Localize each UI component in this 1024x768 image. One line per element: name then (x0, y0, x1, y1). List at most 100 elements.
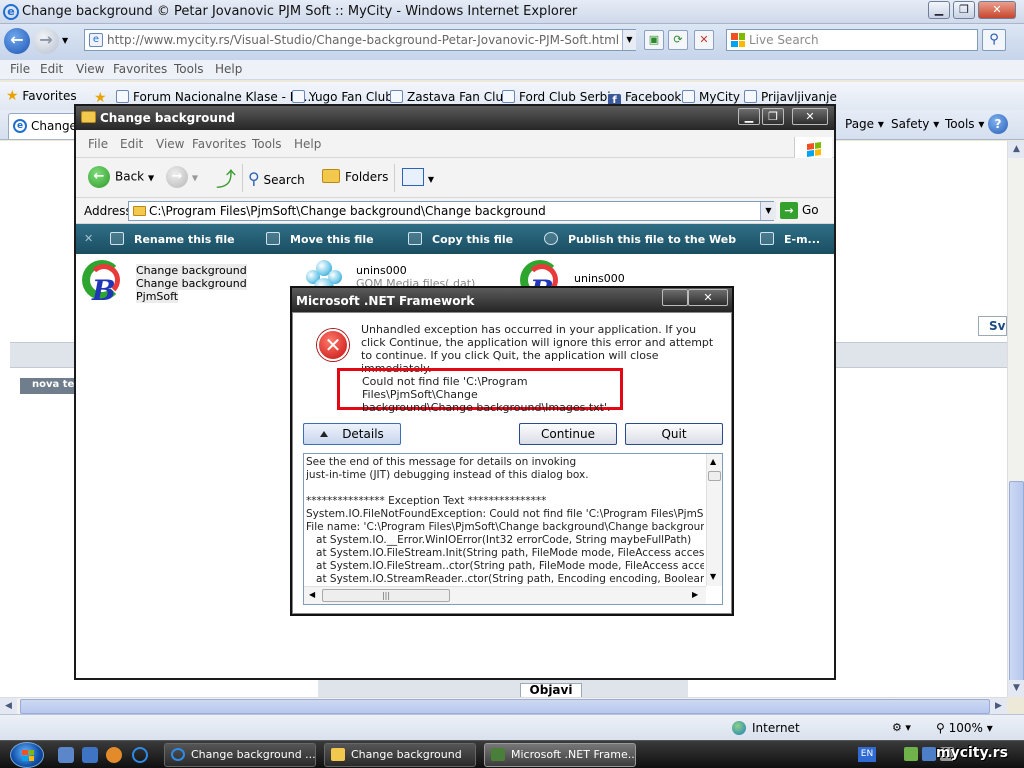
continue-button[interactable]: Continue (519, 423, 617, 445)
explorer-menu-help[interactable]: Help (294, 137, 321, 151)
explorer-search-button[interactable]: ⚲ Search (248, 169, 305, 188)
quit-button[interactable]: Quit (625, 423, 723, 445)
ie-search-box[interactable]: Live Search (726, 29, 978, 51)
explorer-close-button[interactable]: ✕ (792, 108, 828, 125)
tray-icon[interactable] (904, 747, 918, 761)
views-button[interactable]: ▼ (402, 168, 434, 186)
new-topic-button[interactable]: nova tem (20, 378, 78, 394)
safety-menu[interactable]: Safety ▾ (891, 117, 939, 131)
task-close-icon[interactable]: ✕ (84, 232, 93, 245)
task-move[interactable]: Move this file (266, 232, 374, 246)
explorer-back-button[interactable]: ← Back ▼ (88, 166, 154, 188)
help-icon[interactable]: ? (988, 114, 1008, 134)
details-horizontal-scrollbar[interactable]: ◀ ||| ▶ (304, 586, 706, 604)
explorer-address-bar: Address C:\Program Files\PjmSoft\Change … (76, 198, 834, 224)
folders-icon (322, 169, 340, 183)
refresh-icon[interactable]: ⟳ (668, 30, 688, 50)
scroll-down-icon[interactable]: ▼ (710, 572, 716, 581)
taskbar-ie-window[interactable]: Change background ... (164, 743, 316, 767)
start-button[interactable] (10, 742, 44, 768)
fav-link-zastava[interactable]: Zastava Fan Club (390, 90, 511, 104)
explorer-minimize-button[interactable]: ▁ (738, 108, 760, 125)
ie-menu-favorites[interactable]: Favorites (113, 62, 167, 76)
compatibility-icon[interactable]: ▣ (644, 30, 664, 50)
fav-link-mycity[interactable]: MyCity (682, 90, 740, 104)
scroll-down-icon[interactable]: ▼ (1008, 680, 1024, 697)
scroll-up-icon[interactable]: ▲ (1008, 141, 1024, 158)
ie-forward-button[interactable]: → (33, 28, 59, 54)
quicklaunch-app-icon[interactable] (82, 747, 98, 763)
fav-link-ford[interactable]: Ford Club Serbia (502, 90, 618, 104)
search-icon[interactable]: ⚲ (982, 29, 1006, 51)
explorer-menu-favorites[interactable]: Favorites (192, 137, 246, 151)
explorer-address-input[interactable]: C:\Program Files\PjmSoft\Change backgrou… (128, 201, 774, 221)
explorer-menu-edit[interactable]: Edit (120, 137, 143, 151)
task-publish[interactable]: Publish this file to the Web (544, 232, 736, 246)
dialog-close-button[interactable]: ✕ (688, 289, 728, 306)
ie-back-button[interactable]: ← (4, 28, 30, 54)
scroll-left-icon[interactable]: ◀ (309, 590, 315, 599)
ie-menu-file[interactable]: File (10, 62, 30, 76)
network-icon[interactable] (922, 747, 936, 761)
scroll-up-icon[interactable]: ▲ (710, 457, 716, 466)
explorer-menu-file[interactable]: File (88, 137, 108, 151)
fav-link-forum[interactable]: Forum Nacionalne Klase - Po... (116, 90, 315, 104)
taskbar-dotnet-window[interactable]: Microsoft .NET Frame... (484, 743, 636, 767)
scroll-right-icon[interactable]: ▶ (692, 590, 698, 599)
explorer-folders-button[interactable]: Folders (322, 169, 388, 184)
ie-close-button[interactable]: ✕ (978, 1, 1016, 19)
show-desktop-icon[interactable] (58, 747, 74, 763)
ie-vertical-scrollbar[interactable]: ▲ ▼ (1007, 141, 1024, 697)
explorer-maximize-button[interactable]: ❐ (762, 108, 784, 125)
ie-window-title: Change background © Petar Jovanovic PJM … (22, 4, 578, 19)
ie-maximize-button[interactable]: ❐ (953, 1, 975, 19)
fav-link-yugo[interactable]: Yugo Fan Club (292, 90, 393, 104)
explorer-toolbar: ← Back ▼ → ▼ ⤴ ⚲ Search Folders ▼ (76, 158, 834, 198)
ie-address-bar[interactable]: e http://www.mycity.rs/Visual-Studio/Cha… (84, 29, 636, 51)
ie-horizontal-scrollbar[interactable]: ◀ ▶ (0, 697, 1007, 715)
protected-mode-icon[interactable]: ⚙ ▾ (892, 721, 911, 734)
go-button[interactable]: → Go (780, 202, 819, 219)
language-indicator[interactable]: EN (858, 747, 876, 762)
explorer-menu-bar: File Edit View Favorites Tools Help (76, 130, 834, 161)
quicklaunch-ie-icon[interactable] (132, 747, 148, 763)
address-label: Address (84, 204, 132, 218)
scroll-right-icon[interactable]: ▶ (990, 698, 1007, 715)
details-vertical-scrollbar[interactable]: ▲ ▼ (706, 454, 722, 586)
details-button[interactable]: Details (303, 423, 401, 445)
explorer-menu-tools[interactable]: Tools (252, 137, 282, 151)
address-dropdown-icon[interactable]: ▼ (622, 30, 636, 50)
quicklaunch-media-icon[interactable] (106, 747, 122, 763)
scroll-thumb[interactable]: ||| (322, 589, 450, 602)
up-folder-icon[interactable]: ⤴ (216, 163, 236, 192)
details-textbox[interactable]: See the end of this message for details … (303, 453, 723, 605)
stop-icon[interactable]: ✕ (694, 30, 714, 50)
explorer-menu-view[interactable]: View (156, 137, 184, 151)
change-background-app-icon: B (82, 260, 128, 307)
ie-minimize-button[interactable]: ▁ (928, 1, 950, 19)
task-email[interactable]: E-m... (760, 232, 820, 246)
favorites-button[interactable]: ★ Favorites (6, 88, 77, 104)
zoom-button[interactable]: ⚲ 100% ▾ (936, 721, 993, 735)
scroll-thumb[interactable] (20, 699, 990, 714)
page-menu[interactable]: Page ▾ (845, 117, 884, 131)
scroll-thumb[interactable] (708, 471, 721, 481)
address-dropdown-icon[interactable]: ▼ (760, 202, 776, 220)
email-icon (760, 232, 774, 245)
ie-recent-pages-dropdown-icon[interactable]: ▼ (62, 36, 68, 45)
task-copy[interactable]: Copy this file (408, 232, 513, 246)
checkered-flag-icon (116, 90, 129, 103)
tools-menu[interactable]: Tools ▾ (945, 117, 984, 131)
ie-menu-help[interactable]: Help (215, 62, 242, 76)
publish-button[interactable]: Objavi (520, 683, 582, 698)
task-rename[interactable]: Rename this file (110, 232, 235, 246)
scroll-left-icon[interactable]: ◀ (0, 698, 17, 715)
ie-menu-edit[interactable]: Edit (40, 62, 63, 76)
fav-link-prijavljivanje[interactable]: Prijavljivanje (744, 90, 837, 104)
scroll-thumb[interactable] (1009, 481, 1024, 693)
explorer-forward-button[interactable]: → ▼ (166, 166, 198, 188)
ie-menu-view[interactable]: View (76, 62, 104, 76)
ie-menu-tools[interactable]: Tools (174, 62, 204, 76)
taskbar-explorer-window[interactable]: Change background (324, 743, 476, 767)
page-sv-button[interactable]: Sv (978, 316, 1007, 336)
